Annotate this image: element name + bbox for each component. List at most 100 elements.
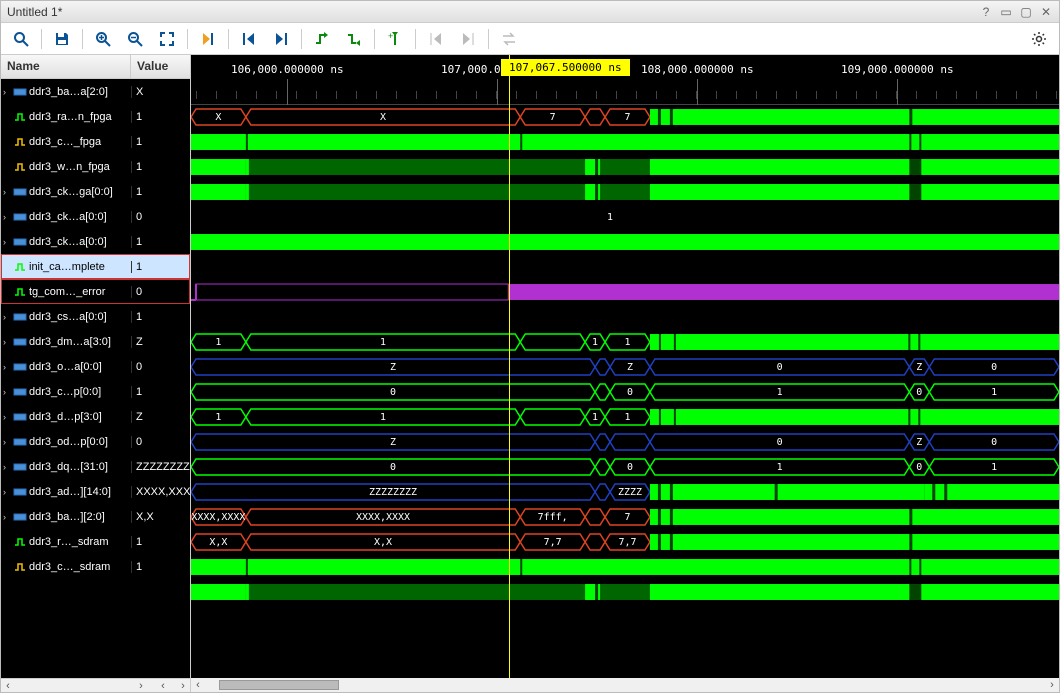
waveform-row[interactable] <box>191 305 1059 330</box>
waveform-row[interactable]: ZZ0Z0 <box>191 355 1059 380</box>
prev-transition-button[interactable] <box>308 25 336 53</box>
signal-row[interactable]: ›ddr3_ba…a[2:0]X <box>1 79 190 104</box>
signal-row[interactable]: ›ddr3_dq…[31:0]ZZZZZZZZ <box>1 454 190 479</box>
signal-name: ddr3_ba…a[2:0] <box>29 86 108 98</box>
signal-row[interactable]: ›ddr3_o…a[0:0]0 <box>1 354 190 379</box>
waveform-row[interactable] <box>191 255 1059 280</box>
waveform-row[interactable]: 00101 <box>191 380 1059 405</box>
left-scrollbar[interactable]: ‹ › ‹ › <box>1 678 190 692</box>
scroll-right-icon[interactable]: › <box>134 679 148 693</box>
signal-icon <box>13 85 27 99</box>
signal-row[interactable]: ›ddr3_ba…][2:0]X,X <box>1 504 190 529</box>
save-button[interactable] <box>48 25 76 53</box>
signal-row[interactable]: ddr3_ra…n_fpga1 <box>1 104 190 129</box>
signal-name: init_ca…mplete <box>29 261 105 273</box>
scroll-thumb[interactable] <box>219 680 339 690</box>
svg-text:0: 0 <box>627 387 633 398</box>
signal-name: tg_com…_error <box>29 286 105 298</box>
wave-scrollbar[interactable]: ‹ › <box>191 678 1059 692</box>
minimize-icon[interactable]: ▭ <box>999 5 1013 19</box>
help-icon[interactable]: ? <box>979 5 993 19</box>
cursor-time-label[interactable]: 107,067.500000 ns <box>501 59 630 76</box>
scroll-right-icon[interactable]: › <box>1045 678 1059 692</box>
signal-row[interactable]: ›ddr3_dm…a[3:0]Z <box>1 329 190 354</box>
signal-icon <box>13 385 27 399</box>
waveform-row[interactable] <box>191 130 1059 155</box>
add-marker-button[interactable]: + <box>381 25 409 53</box>
waveform-row[interactable] <box>191 155 1059 180</box>
next-marker-button[interactable] <box>454 25 482 53</box>
scroll-left-icon[interactable]: ‹ <box>1 679 15 693</box>
signal-icon <box>13 535 27 549</box>
waveform-row[interactable] <box>191 280 1059 305</box>
signal-name: ddr3_c…p[0:0] <box>29 386 101 398</box>
signal-value: 1 <box>131 186 190 198</box>
signal-value: Z <box>131 336 190 348</box>
signal-row[interactable]: ›ddr3_cs…a[0:0]1 <box>1 304 190 329</box>
waveform-row[interactable]: Z0Z0 <box>191 430 1059 455</box>
waveform-row[interactable]: XX77 <box>191 105 1059 130</box>
signal-row[interactable]: ddr3_c…_fpga1 <box>1 129 190 154</box>
next-transition-button[interactable] <box>340 25 368 53</box>
ruler-tick: 108,000.000000 ns <box>641 63 754 76</box>
signal-row[interactable]: ›ddr3_od…p[0:0]0 <box>1 429 190 454</box>
value-header[interactable]: Value <box>131 55 190 78</box>
waveform-row[interactable]: X,XX,X7,77,7 <box>191 530 1059 555</box>
signal-name: ddr3_dq…[31:0] <box>29 461 108 473</box>
signal-table[interactable]: ›ddr3_ba…a[2:0]Xddr3_ra…n_fpga1ddr3_c…_f… <box>1 79 190 678</box>
zoom-fit-button[interactable] <box>153 25 181 53</box>
waveform-row[interactable] <box>191 580 1059 605</box>
signal-row[interactable]: ddr3_c…_sdram1 <box>1 554 190 579</box>
signal-value: 1 <box>131 261 190 273</box>
waveform-row[interactable]: ZZZZZZZZZZZZ <box>191 480 1059 505</box>
waveform-row[interactable] <box>191 230 1059 255</box>
waveform-row[interactable] <box>191 180 1059 205</box>
search-button[interactable] <box>7 25 35 53</box>
svg-text:Z: Z <box>916 437 922 448</box>
waveform-row[interactable]: 00101 <box>191 455 1059 480</box>
svg-text:0: 0 <box>777 437 783 448</box>
swap-cursors-button[interactable] <box>495 25 523 53</box>
waveform-area[interactable]: 107,067.500000 ns 106,000.000000 ns107,0… <box>191 55 1059 692</box>
zoom-in-button[interactable] <box>89 25 117 53</box>
signal-icon <box>13 110 27 124</box>
signal-row[interactable]: ›ddr3_ad…][14:0]XXXX,XXXX <box>1 479 190 504</box>
signal-row[interactable]: ›ddr3_ck…a[0:0]1 <box>1 229 190 254</box>
waveform-row[interactable]: XXXX,XXXXXXXX,XXXX7fff,7 <box>191 505 1059 530</box>
scroll-left-icon[interactable]: ‹ <box>191 678 205 692</box>
waveform-row[interactable]: 1 <box>191 205 1059 230</box>
name-header[interactable]: Name <box>1 55 131 78</box>
svg-text:X: X <box>380 112 386 123</box>
signal-row[interactable]: ›ddr3_ck…ga[0:0]1 <box>1 179 190 204</box>
scroll-left-icon[interactable]: ‹ <box>156 679 170 693</box>
signal-row[interactable]: tg_com…_error0 <box>1 279 190 304</box>
goto-cursor-button[interactable] <box>194 25 222 53</box>
signal-name: ddr3_ba…][2:0] <box>29 511 105 523</box>
signal-row[interactable]: ›ddr3_c…p[0:0]1 <box>1 379 190 404</box>
signal-icon <box>13 485 27 499</box>
svg-text:0: 0 <box>991 437 997 448</box>
signal-value: 0 <box>131 436 190 448</box>
signal-row[interactable]: ›ddr3_d…p[3:0]Z <box>1 404 190 429</box>
settings-button[interactable] <box>1025 25 1053 53</box>
close-icon[interactable]: ✕ <box>1039 5 1053 19</box>
maximize-icon[interactable]: ▢ <box>1019 5 1033 19</box>
go-start-button[interactable] <box>235 25 263 53</box>
signal-name: ddr3_ck…ga[0:0] <box>29 186 113 198</box>
zoom-out-button[interactable] <box>121 25 149 53</box>
signal-value: 0 <box>131 361 190 373</box>
waveform-row[interactable]: 1111 <box>191 405 1059 430</box>
signal-name: ddr3_ck…a[0:0] <box>29 211 107 223</box>
prev-marker-button[interactable] <box>422 25 450 53</box>
svg-text:1: 1 <box>624 337 630 348</box>
scroll-right-icon[interactable]: › <box>176 679 190 693</box>
signal-row[interactable]: ddr3_w…n_fpga1 <box>1 154 190 179</box>
waveform-row[interactable] <box>191 555 1059 580</box>
go-end-button[interactable] <box>267 25 295 53</box>
waveform-row[interactable]: 1111 <box>191 330 1059 355</box>
signal-row[interactable]: init_ca…mplete 1 <box>1 254 190 279</box>
signal-icon <box>13 560 27 574</box>
signal-row[interactable]: ddr3_r…_sdram1 <box>1 529 190 554</box>
signal-row[interactable]: ›ddr3_ck…a[0:0]0 <box>1 204 190 229</box>
cursor-line[interactable] <box>509 55 510 678</box>
